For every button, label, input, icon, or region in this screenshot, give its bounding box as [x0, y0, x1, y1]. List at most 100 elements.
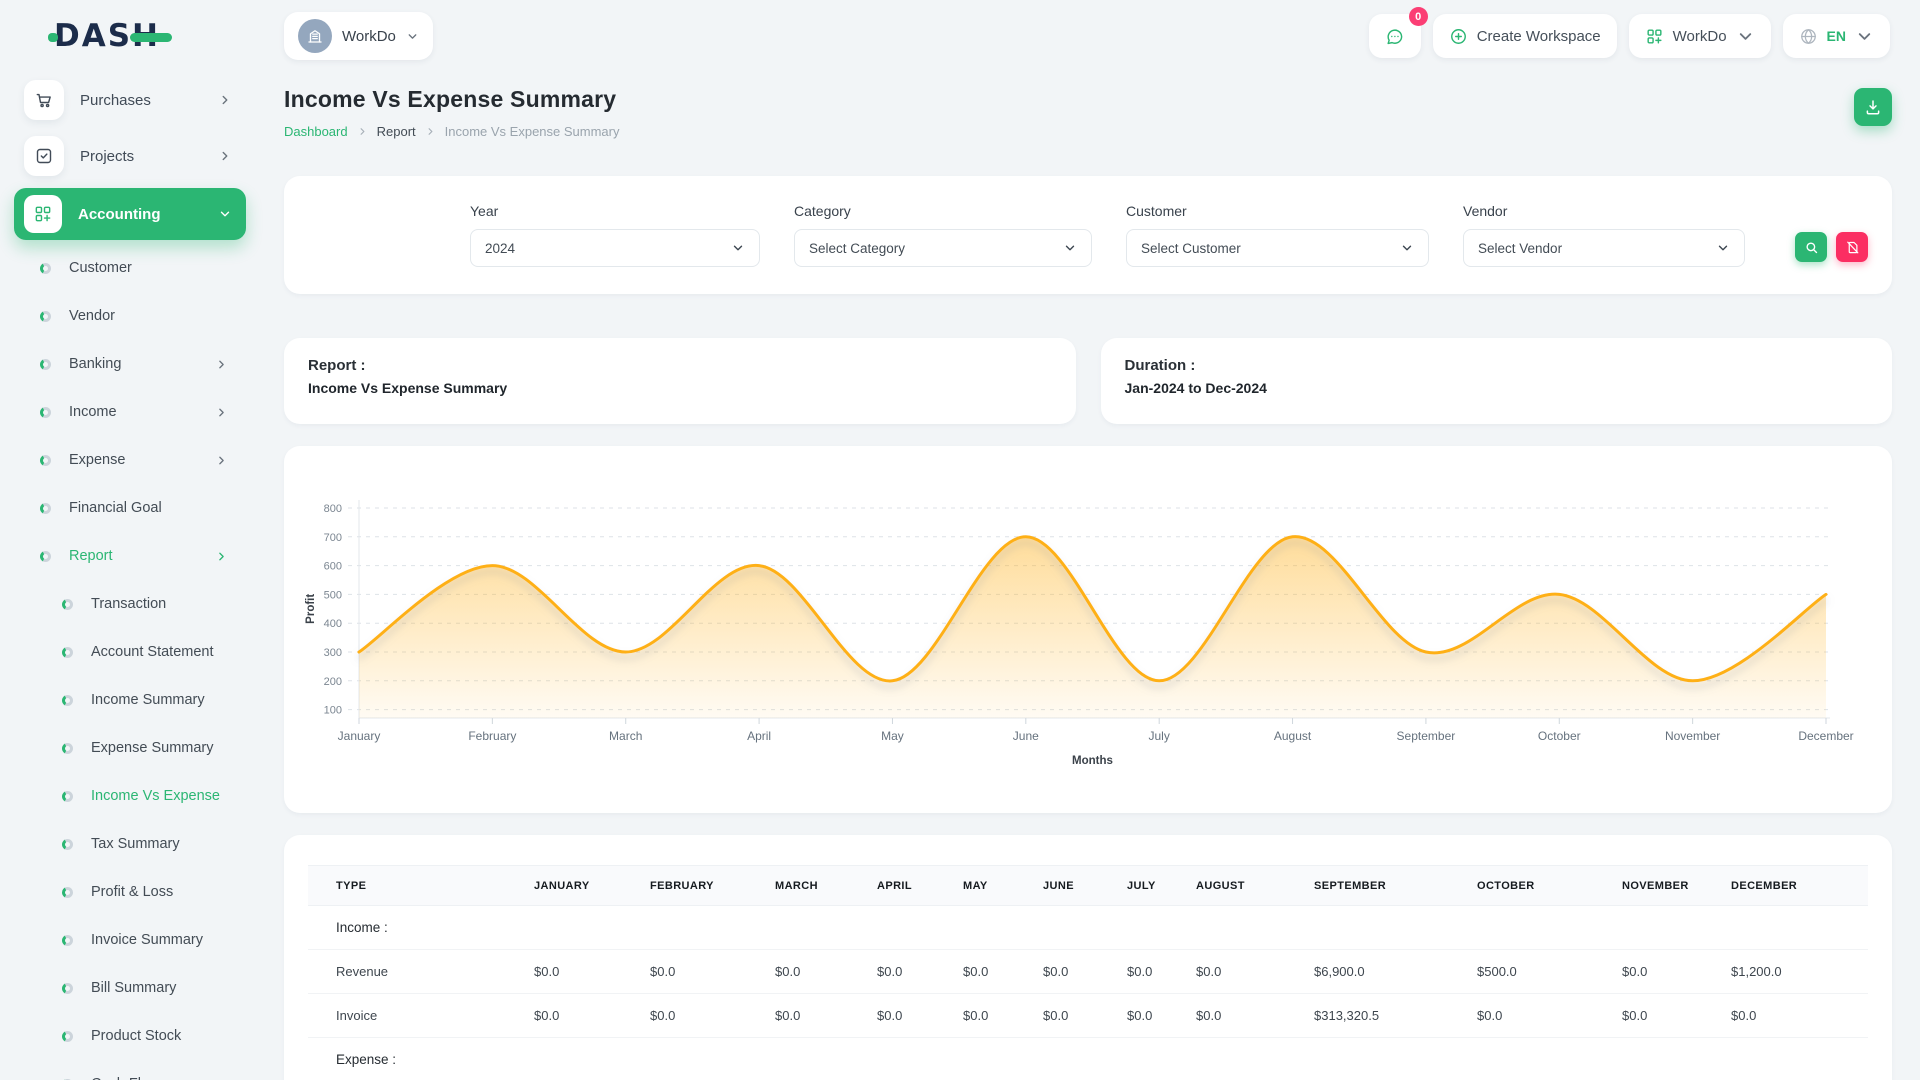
sidebar-item-accounting[interactable]: Accounting [14, 188, 246, 240]
cell-value [1286, 1038, 1449, 1080]
column-header-july: JULY [1099, 866, 1168, 906]
language-button[interactable]: EN [1783, 14, 1890, 58]
sidebar-item-label: Bill Summary [91, 980, 232, 996]
row-label: Income : [308, 906, 506, 950]
filter-group-vendor: Vendor Select Vendor [1463, 203, 1745, 267]
sidebar-item-label: Cash Flow [91, 1076, 232, 1080]
chevron-right-icon [215, 406, 228, 419]
bullet-ring-icon [40, 407, 51, 418]
cell-value: $0.0 [1099, 950, 1168, 994]
category-select[interactable]: Select Category [794, 229, 1092, 267]
workdo-menu-label: WorkDo [1673, 28, 1727, 45]
chevron-right-icon [215, 550, 228, 563]
project-check-icon [24, 136, 64, 176]
chevron-down-icon [406, 30, 419, 43]
workdo-apps-button[interactable]: WorkDo [1629, 14, 1771, 58]
cell-value: $0.0 [747, 994, 849, 1038]
sidebar-item-transaction[interactable]: Transaction [14, 580, 246, 628]
chevron-right-icon [357, 126, 368, 137]
bullet-ring-icon [40, 263, 51, 274]
sidebar-item-projects[interactable]: Projects [14, 128, 246, 184]
filter-label-year: Year [470, 203, 760, 219]
sidebar-item-banking[interactable]: Banking [14, 340, 246, 388]
sidebar-item-customer[interactable]: Customer [14, 244, 246, 292]
sidebar-item-label: Expense [69, 452, 215, 468]
cell-value [849, 906, 935, 950]
sidebar-item-product-stock[interactable]: Product Stock [14, 1012, 246, 1060]
svg-text:300: 300 [324, 647, 342, 659]
cell-value [1703, 1038, 1868, 1080]
apply-filter-button[interactable] [1795, 232, 1827, 262]
bullet-ring-icon [62, 743, 73, 754]
sidebar-item-bill-summary[interactable]: Bill Summary [14, 964, 246, 1012]
cell-value: $0.0 [747, 950, 849, 994]
breadcrumb-dashboard[interactable]: Dashboard [284, 124, 348, 139]
bullet-ring-icon [62, 1031, 73, 1042]
sidebar-item-income-summary[interactable]: Income Summary [14, 676, 246, 724]
sidebar-item-cash-flow[interactable]: Cash Flow [14, 1060, 246, 1080]
cell-value [1594, 1038, 1703, 1080]
workspace-switcher[interactable]: WorkDo [284, 12, 433, 60]
profit-chart-card: 100200300400500600700800JanuaryFebruaryM… [284, 446, 1892, 813]
table-row-income: Income : [308, 906, 1868, 950]
cell-value: $0.0 [1099, 994, 1168, 1038]
table-header-row: TYPEJANUARYFEBRUARYMARCHAPRILMAYJUNEJULY… [308, 866, 1868, 906]
sidebar-item-invoice-summary[interactable]: Invoice Summary [14, 916, 246, 964]
cell-value [622, 906, 747, 950]
cart-icon [24, 80, 64, 120]
cell-value: $0.0 [506, 950, 622, 994]
customer-select[interactable]: Select Customer [1126, 229, 1429, 267]
messages-button[interactable]: 0 [1369, 14, 1421, 58]
create-workspace-button[interactable]: Create Workspace [1433, 14, 1617, 58]
cell-value [935, 906, 1015, 950]
page-title: Income Vs Expense Summary [284, 86, 620, 113]
cell-value: $0.0 [1015, 950, 1099, 994]
clear-filter-icon [1845, 240, 1860, 255]
cell-value: $0.0 [935, 994, 1015, 1038]
svg-text:800: 800 [324, 503, 342, 515]
sidebar-item-tax-summary[interactable]: Tax Summary [14, 820, 246, 868]
svg-text:December: December [1798, 729, 1853, 743]
language-code: EN [1827, 28, 1846, 44]
sidebar-item-vendor[interactable]: Vendor [14, 292, 246, 340]
breadcrumb-report[interactable]: Report [377, 124, 416, 139]
chevron-down-icon [1400, 241, 1414, 255]
sidebar-item-label: Transaction [91, 596, 232, 612]
sidebar-item-financial-goal[interactable]: Financial Goal [14, 484, 246, 532]
sidebar-item-purchases[interactable]: Purchases [14, 72, 246, 128]
column-header-september: SEPTEMBER [1286, 866, 1449, 906]
sidebar-item-label: Vendor [69, 308, 232, 324]
sidebar-item-label: Product Stock [91, 1028, 232, 1044]
sidebar-item-expense[interactable]: Expense [14, 436, 246, 484]
cell-value: $0.0 [1168, 994, 1286, 1038]
sidebar-item-income[interactable]: Income [14, 388, 246, 436]
cell-value: $0.0 [506, 994, 622, 1038]
svg-text:January: January [338, 729, 381, 743]
sidebar-item-income-vs-expense[interactable]: Income Vs Expense [14, 772, 246, 820]
sidebar-item-profit-loss[interactable]: Profit & Loss [14, 868, 246, 916]
logo-green-dot [48, 33, 58, 42]
bullet-ring-icon [40, 455, 51, 466]
reset-filter-button[interactable] [1836, 232, 1868, 262]
column-header-february: FEBRUARY [622, 866, 747, 906]
sidebar-item-account-statement[interactable]: Account Statement [14, 628, 246, 676]
sidebar-item-expense-summary[interactable]: Expense Summary [14, 724, 246, 772]
svg-text:200: 200 [324, 676, 342, 688]
duration-card: Duration : Jan-2024 to Dec-2024 [1101, 338, 1893, 424]
filter-label-category: Category [794, 203, 1092, 219]
brand-logo[interactable]: DASH [14, 0, 246, 72]
cell-value: $0.0 [622, 950, 747, 994]
cell-value: $0.0 [935, 950, 1015, 994]
messages-count-badge: 0 [1409, 7, 1428, 26]
vendor-select[interactable]: Select Vendor [1463, 229, 1745, 267]
chevron-down-icon [1855, 27, 1874, 46]
profit-area-chart: 100200300400500600700800JanuaryFebruaryM… [284, 446, 1892, 813]
download-button[interactable] [1854, 88, 1892, 126]
logo-green-dash [130, 33, 172, 42]
sidebar-item-label: Purchases [80, 92, 218, 109]
building-icon [306, 27, 324, 45]
year-select[interactable]: 2024 [470, 229, 760, 267]
cell-value [1703, 906, 1868, 950]
sidebar-item-report[interactable]: Report [14, 532, 246, 580]
column-header-october: OCTOBER [1449, 866, 1594, 906]
